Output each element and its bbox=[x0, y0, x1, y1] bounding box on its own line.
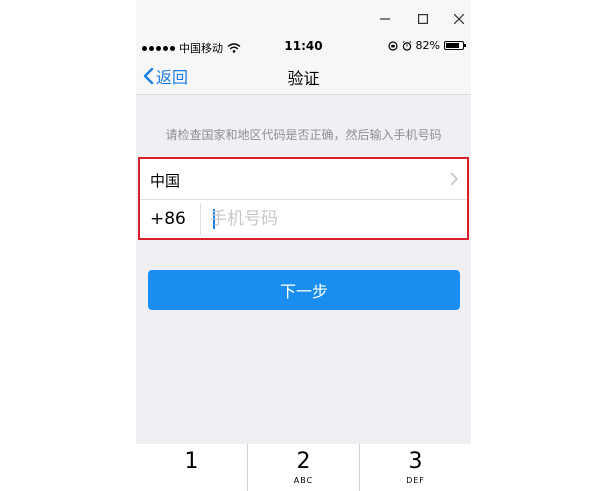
next-button[interactable]: 下一步 bbox=[148, 270, 460, 310]
status-bar: 中国移动 11:40 82% bbox=[136, 36, 471, 56]
battery-percent: 82% bbox=[415, 39, 440, 52]
maximize-icon bbox=[418, 14, 428, 24]
phone-row: +86 bbox=[140, 200, 467, 238]
page-title: 验证 bbox=[287, 69, 320, 88]
status-right: 82% bbox=[387, 39, 466, 52]
chevron-right-icon bbox=[450, 172, 459, 186]
key-number: 2 bbox=[296, 449, 311, 474]
country-selector[interactable]: 中国 bbox=[140, 159, 467, 200]
key-letters: DEF bbox=[406, 476, 425, 485]
country-code[interactable]: +86 bbox=[150, 209, 200, 229]
alarm-icon bbox=[402, 40, 411, 51]
close-button[interactable] bbox=[451, 11, 467, 27]
window-titlebar bbox=[136, 0, 471, 36]
key-1[interactable]: 1 bbox=[136, 444, 247, 491]
battery-icon bbox=[444, 41, 466, 50]
orientation-lock-icon bbox=[387, 40, 398, 51]
close-icon bbox=[454, 14, 464, 24]
battery-fill bbox=[446, 43, 460, 48]
phone-window: 中国移动 11:40 82% 返回 验证 请检查国家和地区代码是否正确，然后输入… bbox=[136, 0, 471, 491]
key-3[interactable]: 3 DEF bbox=[360, 444, 471, 491]
nav-bar: 返回 验证 bbox=[136, 56, 471, 95]
numeric-keypad: 1 2 ABC 3 DEF bbox=[136, 444, 471, 491]
maximize-button[interactable] bbox=[415, 11, 431, 27]
hint-text: 请检查国家和地区代码是否正确，然后输入手机号码 bbox=[165, 128, 442, 142]
minimize-icon bbox=[380, 18, 390, 20]
minimize-button[interactable] bbox=[377, 11, 393, 27]
key-number: 3 bbox=[408, 449, 423, 474]
field-divider bbox=[200, 203, 201, 235]
country-label: 中国 bbox=[150, 172, 181, 190]
phone-input[interactable] bbox=[210, 204, 460, 234]
phone-form: 中国 +86 bbox=[138, 157, 469, 240]
key-2[interactable]: 2 ABC bbox=[248, 444, 359, 491]
key-letters: ABC bbox=[293, 476, 314, 485]
key-number: 1 bbox=[184, 449, 199, 474]
